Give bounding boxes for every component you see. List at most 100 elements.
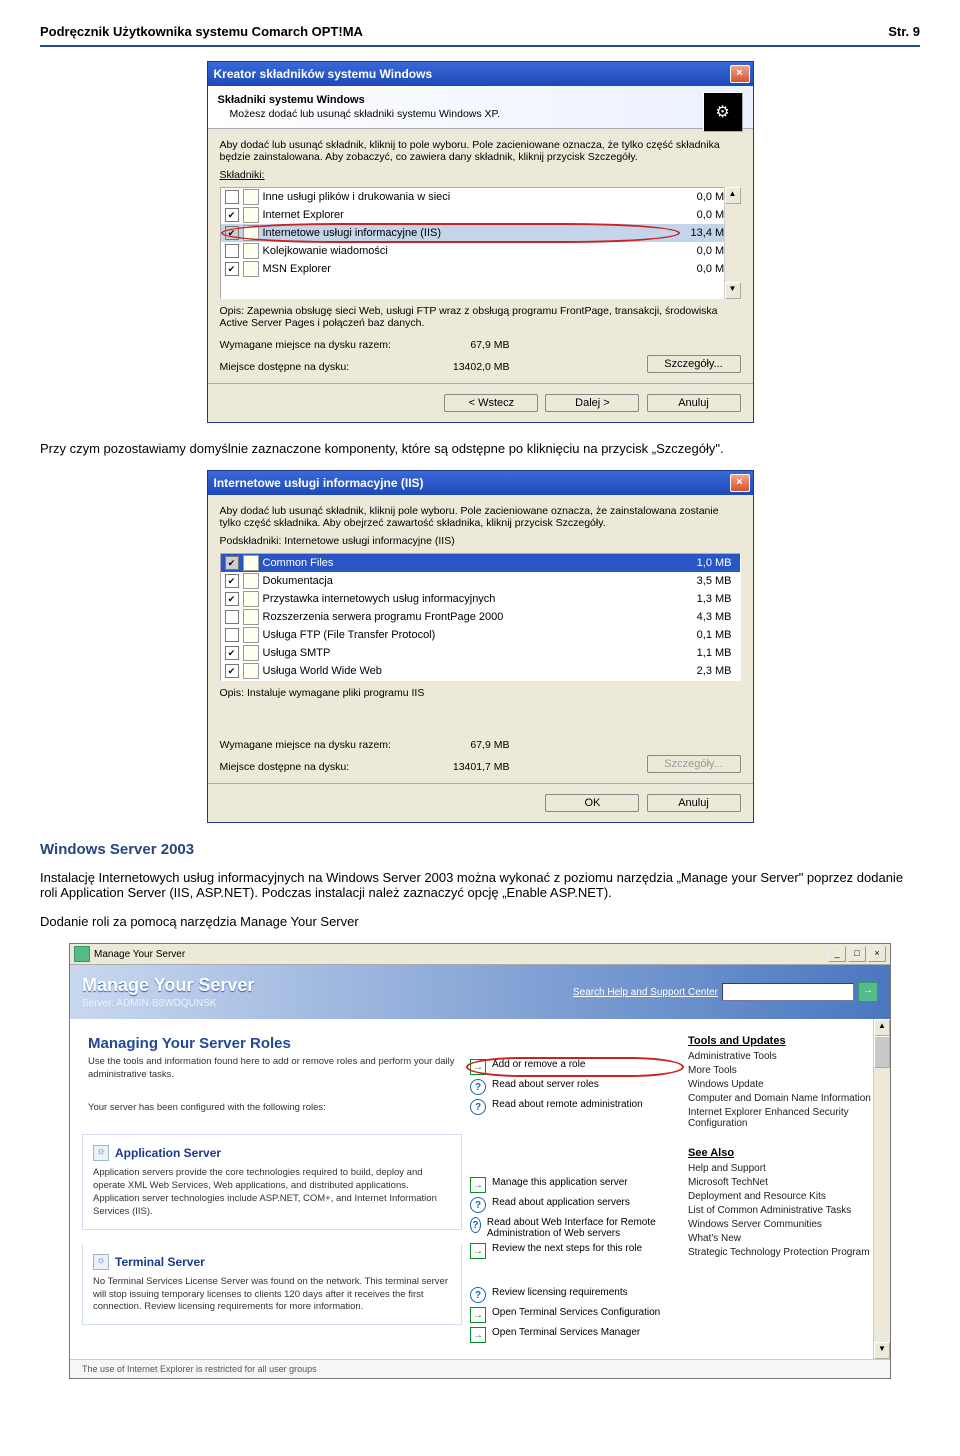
mys-link[interactable]: →Manage this application server: [470, 1177, 680, 1193]
list-item[interactable]: Usługa World Wide Web 2,3 MB: [221, 662, 740, 680]
list-item[interactable]: Usługa SMTP 1,1 MB: [221, 644, 740, 662]
info-icon: ?: [470, 1197, 486, 1213]
link-text: Add or remove a role: [492, 1059, 585, 1070]
checkbox-icon[interactable]: [225, 244, 239, 258]
mys-tools-list: Administrative Tools More Tools Windows …: [688, 1051, 878, 1129]
scroll-up-icon[interactable]: ▲: [874, 1019, 890, 1036]
minimize-icon[interactable]: _: [828, 946, 846, 962]
scroll-down-icon[interactable]: ▼: [725, 282, 741, 299]
checkbox-icon[interactable]: [225, 592, 239, 606]
checkbox-icon[interactable]: [225, 628, 239, 642]
mys-link[interactable]: ?Review licensing requirements: [470, 1287, 680, 1303]
mys-link[interactable]: →Review the next steps for this role: [470, 1243, 680, 1259]
space-free-label: Miejsce dostępne na dysku:: [220, 761, 430, 773]
item-size: 4,3 MB: [672, 611, 736, 623]
close-icon[interactable]: ×: [730, 65, 750, 83]
server-icon: [74, 946, 90, 962]
side-link[interactable]: Deployment and Resource Kits: [688, 1191, 878, 1202]
cancel-button[interactable]: Anuluj: [647, 794, 741, 812]
item-size: 1,3 MB: [672, 593, 736, 605]
checkbox-icon[interactable]: [225, 226, 239, 240]
scroll-down-icon[interactable]: ▼: [874, 1342, 890, 1359]
scrollbar[interactable]: ▲ ▼: [724, 187, 741, 299]
side-link[interactable]: Strategic Technology Protection Program: [688, 1247, 878, 1258]
side-link[interactable]: Administrative Tools: [688, 1051, 878, 1062]
checkbox-icon[interactable]: [225, 646, 239, 660]
back-button[interactable]: < Wstecz: [444, 394, 538, 412]
list-item-selected[interactable]: Internetowe usługi informacyjne (IIS) 13…: [221, 224, 740, 242]
ok-button[interactable]: OK: [545, 794, 639, 812]
scroll-thumb[interactable]: [874, 1036, 890, 1068]
item-size: 0,1 MB: [672, 629, 736, 641]
mys-link[interactable]: →Open Terminal Services Configuration: [470, 1307, 680, 1323]
wizard1-dialog: Kreator składników systemu Windows × Skł…: [207, 61, 754, 423]
side-link[interactable]: List of Common Administrative Tasks: [688, 1205, 878, 1216]
info-icon: ?: [470, 1099, 486, 1115]
checkbox-icon[interactable]: [225, 190, 239, 204]
collapse-icon[interactable]: ☼: [93, 1145, 109, 1161]
mys-link[interactable]: ? Read about remote administration: [470, 1099, 680, 1115]
mys-roles-conf: Your server has been configured with the…: [88, 1102, 456, 1115]
link-text: Read about remote administration: [492, 1099, 643, 1110]
side-link[interactable]: Computer and Domain Name Information: [688, 1093, 878, 1104]
wizard2-sub-label: Podskładniki: Internetowe usługi informa…: [220, 535, 741, 547]
mys-link[interactable]: ?Read about application servers: [470, 1197, 680, 1213]
list-item[interactable]: Usługa FTP (File Transfer Protocol) 0,1 …: [221, 626, 740, 644]
checkbox-icon[interactable]: [225, 664, 239, 678]
item-size: 2,3 MB: [672, 665, 736, 677]
checkbox-icon[interactable]: [225, 262, 239, 276]
side-link[interactable]: Microsoft TechNet: [688, 1177, 878, 1188]
wizard1-component-list[interactable]: Inne usługi plików i drukowania w sieci …: [220, 187, 741, 299]
item-name: Usługa SMTP: [263, 647, 672, 659]
checkbox-icon[interactable]: [225, 574, 239, 588]
list-item[interactable]: Common Files 1,0 MB: [221, 554, 740, 572]
space-total-label: Wymagane miejsce na dysku razem:: [220, 339, 430, 351]
side-link[interactable]: Help and Support: [688, 1163, 878, 1174]
item-name: Internet Explorer: [263, 209, 672, 221]
item-name: Usługa World Wide Web: [263, 665, 672, 677]
search-input[interactable]: [722, 983, 854, 1001]
list-item[interactable]: Dokumentacja 3,5 MB: [221, 572, 740, 590]
mys-term-links: ?Review licensing requirements →Open Ter…: [470, 1287, 680, 1343]
list-item[interactable]: MSN Explorer 0,0 MB: [221, 260, 740, 278]
mys-link[interactable]: →Open Terminal Services Manager: [470, 1327, 680, 1343]
checkbox-icon[interactable]: [225, 208, 239, 222]
side-link[interactable]: Windows Server Communities: [688, 1219, 878, 1230]
wizard1-sub-title: Składniki systemu Windows: [218, 94, 743, 106]
wizard2-component-list[interactable]: Common Files 1,0 MB Dokumentacja 3,5 MB …: [220, 553, 741, 681]
cancel-button[interactable]: Anuluj: [647, 394, 741, 412]
side-link[interactable]: What's New: [688, 1233, 878, 1244]
search-go-icon[interactable]: →: [858, 982, 878, 1002]
checkbox-icon[interactable]: [225, 556, 239, 570]
list-item[interactable]: Przystawka internetowych usług informacy…: [221, 590, 740, 608]
scrollbar[interactable]: ▲ ▼: [873, 1019, 890, 1359]
list-item[interactable]: Rozszerzenia serwera programu FrontPage …: [221, 608, 740, 626]
next-button[interactable]: Dalej >: [545, 394, 639, 412]
maximize-icon[interactable]: □: [848, 946, 866, 962]
list-item[interactable]: Kolejkowanie wiadomości 0,0 MB: [221, 242, 740, 260]
wizard1-sub-desc: Możesz dodać lub usunąć składniki system…: [230, 108, 743, 120]
wizard1-titlebar: Kreator składników systemu Windows ×: [208, 62, 753, 86]
side-link[interactable]: Windows Update: [688, 1079, 878, 1090]
wizard1-instr: Aby dodać lub usunąć składnik, kliknij t…: [220, 139, 741, 163]
list-item[interactable]: Inne usługi plików i drukowania w sieci …: [221, 188, 740, 206]
mys-link-add-role[interactable]: →Add or remove a role: [470, 1059, 680, 1075]
mys-link[interactable]: ?Read about server roles: [470, 1079, 680, 1095]
wizard2-instr: Aby dodać lub usunąć składnik, kliknij p…: [220, 505, 741, 529]
collapse-icon[interactable]: ☼: [93, 1254, 109, 1270]
side-link[interactable]: Internet Explorer Enhanced Security Conf…: [688, 1107, 878, 1129]
arrow-icon: →: [470, 1243, 486, 1259]
space-total-label: Wymagane miejsce na dysku razem:: [220, 739, 430, 751]
mys-footer: The use of Internet Explorer is restrict…: [70, 1359, 890, 1378]
mys-link[interactable]: ?Read about Web Interface for Remote Adm…: [470, 1217, 680, 1239]
mys-search-label: Search Help and Support Center: [573, 987, 718, 998]
link-text: Read about server roles: [492, 1079, 599, 1090]
close-icon[interactable]: ×: [730, 474, 750, 492]
close-icon[interactable]: ×: [868, 946, 886, 962]
checkbox-icon[interactable]: [225, 610, 239, 624]
side-link[interactable]: More Tools: [688, 1065, 878, 1076]
list-item[interactable]: Internet Explorer 0,0 MB: [221, 206, 740, 224]
item-size: 1,0 MB: [672, 557, 736, 569]
details-button[interactable]: Szczegóły...: [647, 355, 741, 373]
scroll-up-icon[interactable]: ▲: [725, 187, 741, 204]
